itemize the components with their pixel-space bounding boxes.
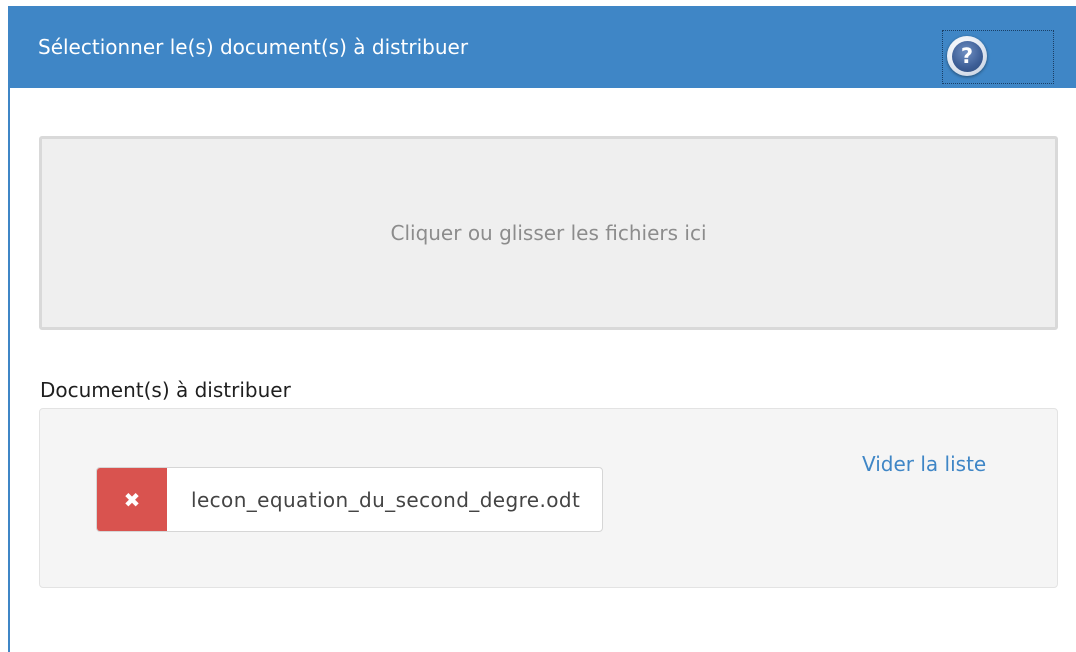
remove-file-button[interactable]: ✖	[97, 468, 167, 531]
panel-header: Sélectionner le(s) document(s) à distrib…	[10, 6, 1076, 88]
document-select-panel: Sélectionner le(s) document(s) à distrib…	[8, 6, 1076, 652]
selected-files-list: ✖ lecon_equation_du_second_degre.odt Vid…	[39, 408, 1058, 588]
close-icon: ✖	[123, 487, 141, 512]
help-button[interactable]: ?	[942, 30, 1054, 84]
help-icon-glyph: ?	[951, 40, 983, 72]
clear-list-link[interactable]: Vider la liste	[862, 451, 986, 477]
file-dropzone[interactable]: Cliquer ou glisser les fichiers ici	[39, 136, 1058, 330]
selected-files-title: Document(s) à distribuer	[40, 378, 291, 402]
panel-title: Sélectionner le(s) document(s) à distrib…	[38, 35, 469, 59]
dropzone-label: Cliquer ou glisser les fichiers ici	[390, 221, 707, 245]
file-item: ✖ lecon_equation_du_second_degre.odt	[96, 467, 604, 532]
help-icon[interactable]: ?	[947, 36, 987, 76]
file-name: lecon_equation_du_second_degre.odt	[191, 487, 581, 512]
